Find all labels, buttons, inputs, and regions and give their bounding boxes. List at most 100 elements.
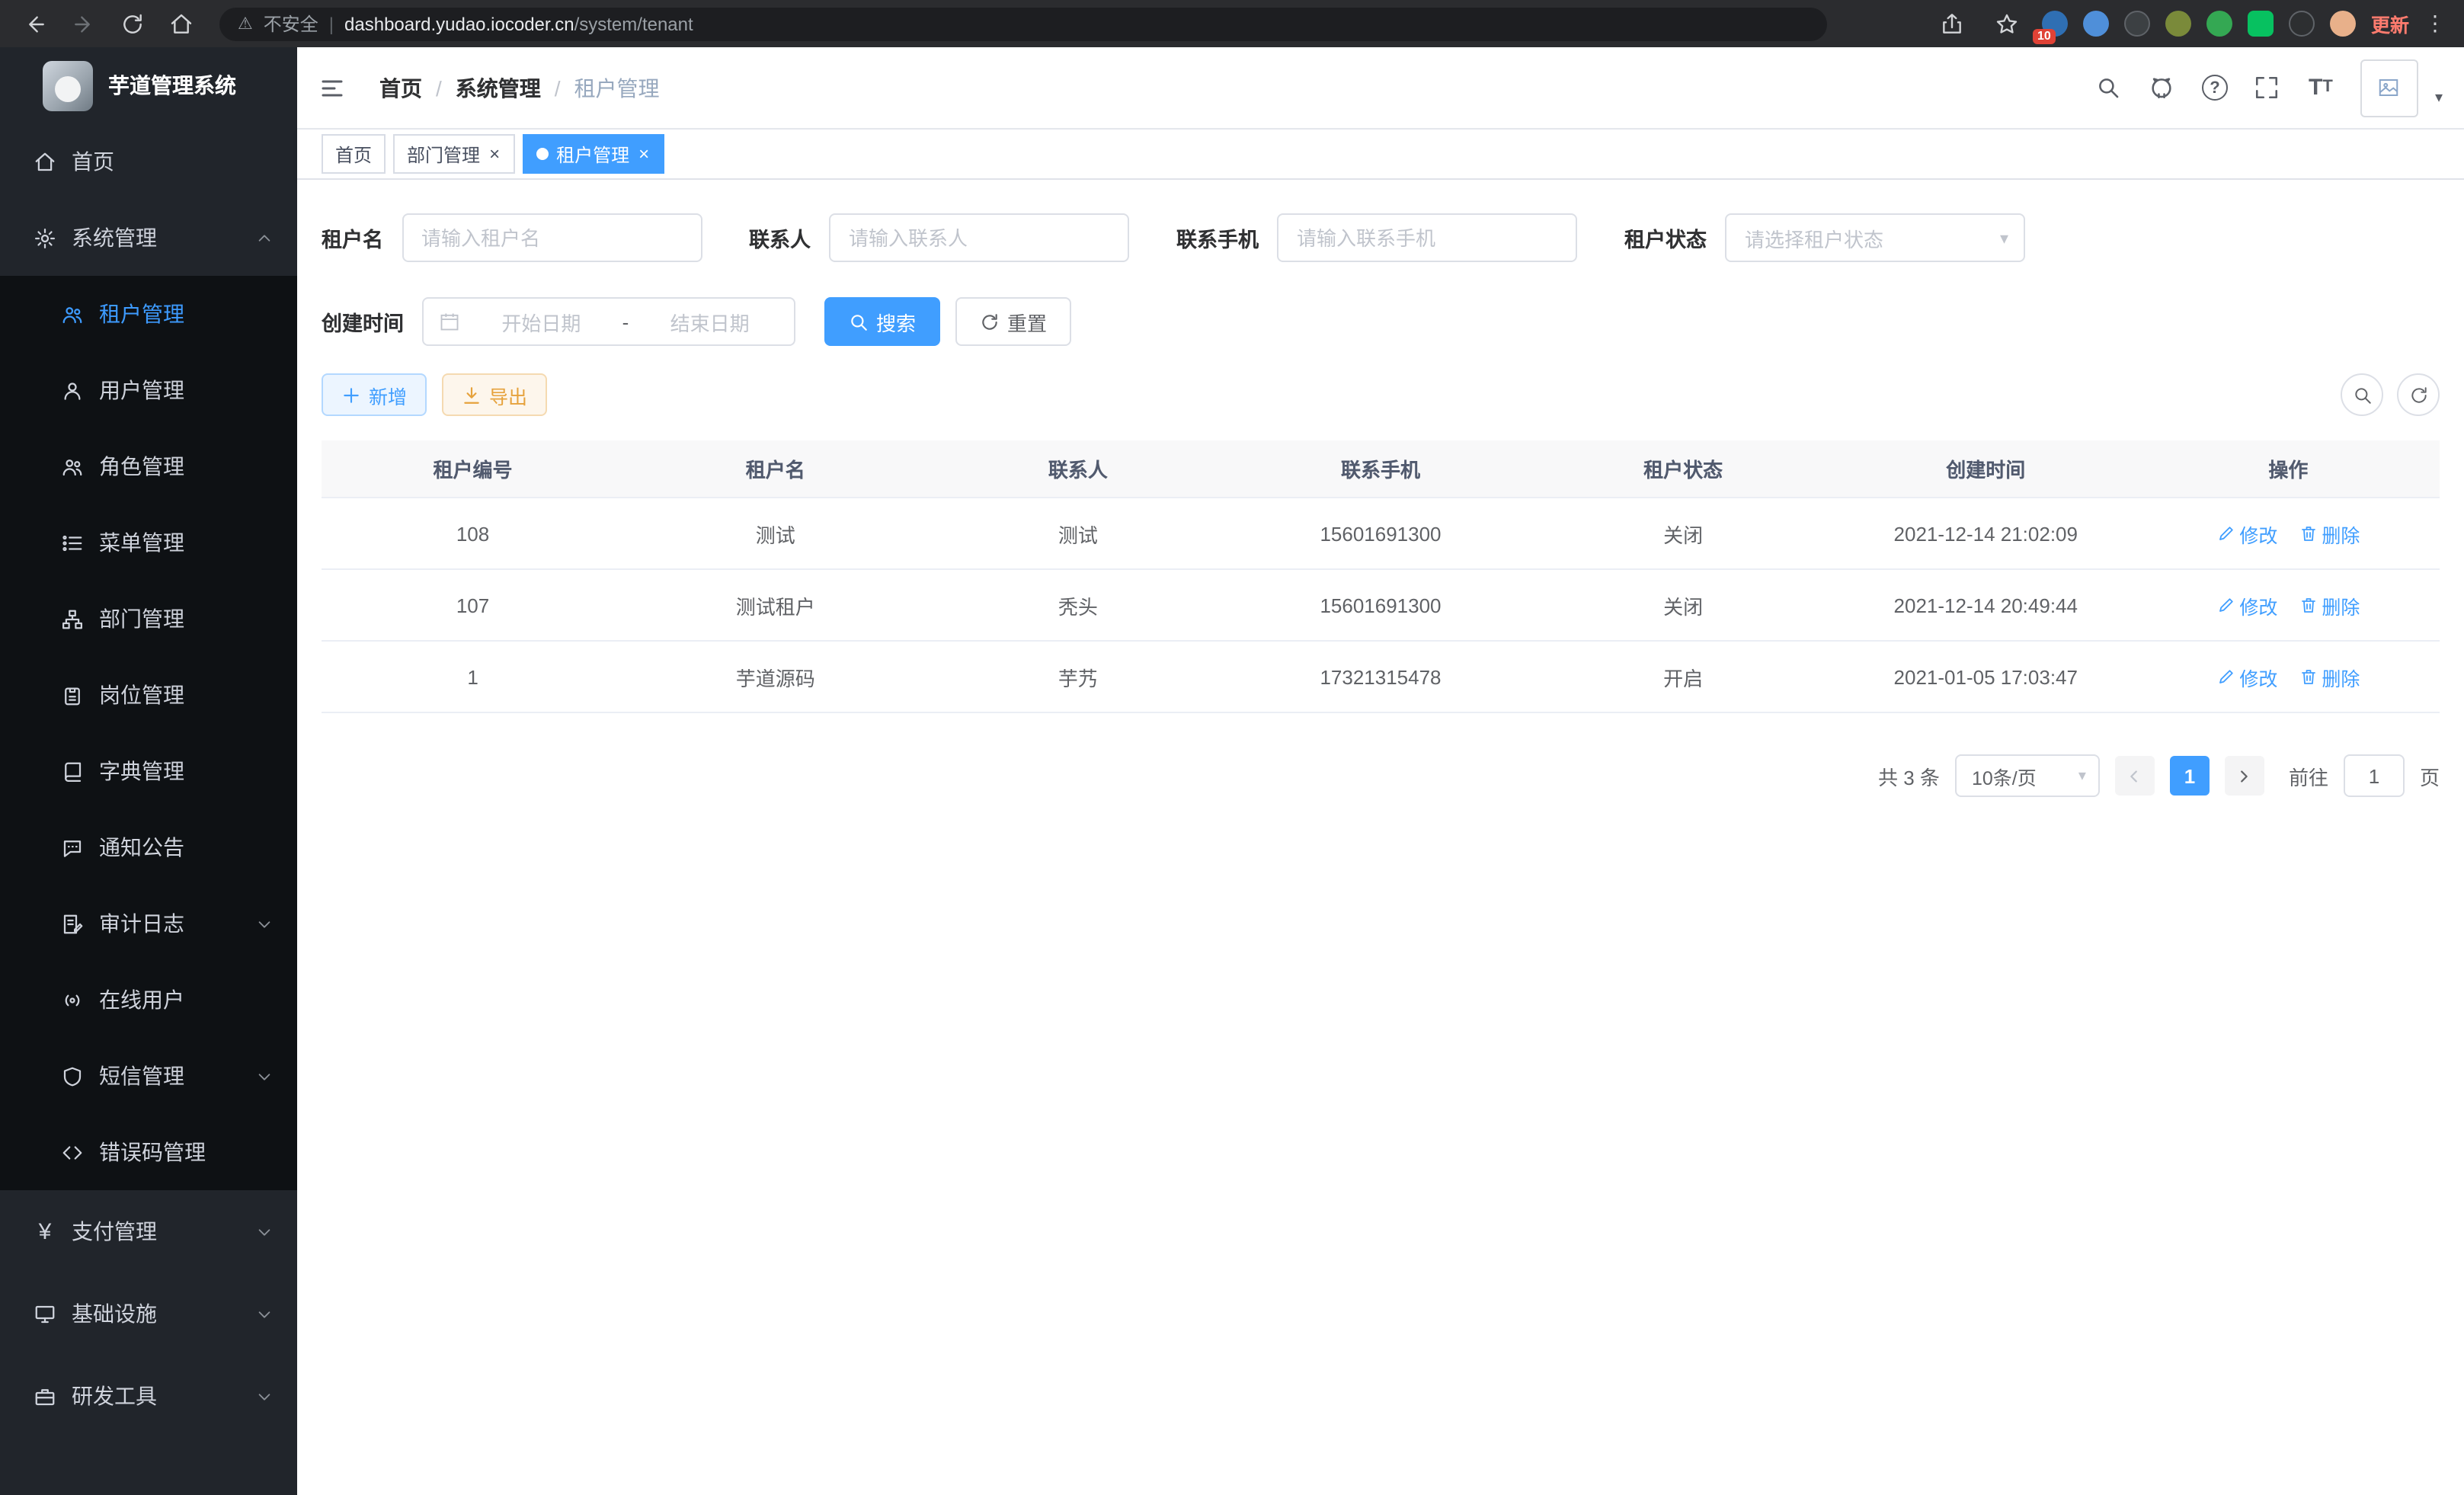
github-icon[interactable] (2149, 74, 2176, 101)
date-range-picker[interactable]: 开始日期 - 结束日期 (422, 297, 795, 346)
extension-icon[interactable]: 10 (2042, 11, 2068, 37)
home-icon[interactable] (162, 4, 201, 43)
forward-icon[interactable] (64, 4, 104, 43)
share-icon[interactable] (1932, 4, 1972, 43)
tab-tenant[interactable]: 租户管理 × (523, 134, 664, 174)
app-logo[interactable]: 芋道管理系统 (0, 47, 297, 123)
sidebar-item-sms[interactable]: 短信管理 (0, 1038, 297, 1114)
edit-link[interactable]: 修改 (2216, 519, 2277, 548)
date-start-placeholder: 开始日期 (472, 307, 610, 336)
sidebar-item-home[interactable]: 首页 (0, 123, 297, 200)
user-avatar[interactable] (2360, 59, 2418, 117)
user-icon (61, 379, 84, 402)
search-button[interactable]: 搜索 (824, 297, 940, 346)
sidebar-item-post[interactable]: 岗位管理 (0, 657, 297, 733)
bookmark-star-icon[interactable] (1987, 4, 2027, 43)
column-header: 操作 (2137, 454, 2440, 483)
filter-phone: 联系手机 (1176, 213, 1577, 262)
tenant-name-input[interactable] (402, 213, 702, 262)
sidebar-item-label: 错误码管理 (99, 1137, 206, 1167)
reload-icon[interactable] (113, 4, 152, 43)
caret-down-icon[interactable]: ▾ (2435, 90, 2443, 107)
extension-icon[interactable] (2083, 11, 2109, 37)
phone-input[interactable] (1277, 213, 1577, 262)
refresh-table-button[interactable] (2397, 373, 2440, 416)
tab-dept[interactable]: 部门管理 × (393, 134, 515, 174)
security-label: 不安全 (264, 11, 318, 37)
fullscreen-icon[interactable] (2254, 74, 2281, 101)
delete-icon (2299, 667, 2317, 686)
contact-input[interactable] (829, 213, 1129, 262)
address-bar[interactable]: ⚠ 不安全 | dashboard.yudao.iocoder.cn/syste… (219, 7, 1827, 40)
extension-icon[interactable] (2124, 11, 2150, 37)
back-icon[interactable] (15, 4, 55, 43)
sidebar-item-label: 岗位管理 (99, 680, 184, 710)
close-icon[interactable]: × (637, 145, 651, 163)
breadcrumb-system[interactable]: 系统管理 (456, 72, 541, 103)
tab-home[interactable]: 首页 (322, 134, 386, 174)
reset-button[interactable]: 重置 (955, 297, 1071, 346)
extension-icon[interactable] (2206, 11, 2232, 37)
sidebar-item-label: 基础设施 (72, 1298, 157, 1329)
sidebar-item-system[interactable]: 系统管理 (0, 200, 297, 276)
sidebar-item-audit[interactable]: 审计日志 (0, 885, 297, 962)
search-icon[interactable] (2095, 74, 2123, 101)
cell-status: 关闭 (1532, 591, 1835, 619)
export-button[interactable]: 导出 (442, 373, 547, 416)
cell-phone: 17321315478 (1229, 665, 1531, 688)
home-icon (34, 150, 56, 173)
extension-icon[interactable] (2289, 11, 2315, 37)
top-navbar: 首页 / 系统管理 / 租户管理 ? TT ▾ (297, 47, 2464, 130)
sidebar-item-dev[interactable]: 研发工具 (0, 1355, 297, 1437)
delete-link[interactable]: 删除 (2299, 662, 2360, 691)
help-icon[interactable]: ? (2202, 75, 2228, 101)
sidebar-toggle-icon[interactable] (315, 71, 349, 104)
close-icon[interactable]: × (488, 145, 501, 163)
breadcrumb-home[interactable]: 首页 (379, 72, 422, 103)
sidebar-item-notice[interactable]: 通知公告 (0, 809, 297, 885)
extension-icon[interactable] (2248, 11, 2274, 37)
filter-label: 租户状态 (1624, 222, 1707, 253)
sidebar-item-user[interactable]: 用户管理 (0, 352, 297, 428)
extension-icon[interactable] (2330, 11, 2356, 37)
prev-page-button[interactable] (2115, 756, 2155, 796)
sidebar-item-errcode[interactable]: 错误码管理 (0, 1114, 297, 1190)
cell-tenant-name: 测试租户 (624, 591, 926, 619)
sidebar-item-role[interactable]: 角色管理 (0, 428, 297, 504)
edit-icon (2216, 667, 2235, 686)
status-select[interactable]: 请选择租户状态 ▾ (1725, 213, 2025, 262)
sidebar-item-online[interactable]: 在线用户 (0, 962, 297, 1038)
url-path: /system/tenant (574, 13, 693, 34)
sidebar-item-menu[interactable]: 菜单管理 (0, 504, 297, 581)
delete-link[interactable]: 删除 (2299, 591, 2360, 619)
sidebar-item-label: 通知公告 (99, 832, 184, 863)
page-size-select[interactable]: 10条/页 ▾ (1955, 754, 2100, 797)
browser-update-button[interactable]: 更新 (2371, 9, 2409, 38)
browser-menu-icon[interactable]: ⋮ (2424, 11, 2446, 37)
sidebar-item-pay[interactable]: ¥ 支付管理 (0, 1190, 297, 1273)
sidebar-item-tenant[interactable]: 租户管理 (0, 276, 297, 352)
document-edit-icon (61, 912, 84, 935)
extension-icon[interactable] (2165, 11, 2191, 37)
goto-page-input[interactable] (2344, 754, 2405, 797)
search-icon (2352, 385, 2372, 405)
tags-view-bar: 首页 部门管理 × 租户管理 × (297, 130, 2464, 180)
toggle-search-button[interactable] (2341, 373, 2383, 416)
sidebar-item-dict[interactable]: 字典管理 (0, 733, 297, 809)
sidebar-item-label: 研发工具 (72, 1381, 157, 1411)
delete-link[interactable]: 删除 (2299, 519, 2360, 548)
font-size-icon[interactable]: TT (2307, 74, 2334, 101)
sidebar-item-dept[interactable]: 部门管理 (0, 581, 297, 657)
cell-actions: 修改 删除 (2137, 591, 2440, 619)
chevron-down-icon (256, 1068, 273, 1084)
edit-link[interactable]: 修改 (2216, 662, 2277, 691)
edit-link[interactable]: 修改 (2216, 591, 2277, 619)
edit-icon (2216, 596, 2235, 614)
add-button[interactable]: 新增 (322, 373, 427, 416)
refresh-icon (2408, 385, 2428, 405)
page-number-1[interactable]: 1 (2170, 756, 2210, 796)
sidebar-item-infra[interactable]: 基础设施 (0, 1273, 297, 1355)
cell-tenant-id: 108 (322, 522, 624, 545)
next-page-button[interactable] (2225, 756, 2264, 796)
chevron-down-icon (256, 1223, 273, 1240)
